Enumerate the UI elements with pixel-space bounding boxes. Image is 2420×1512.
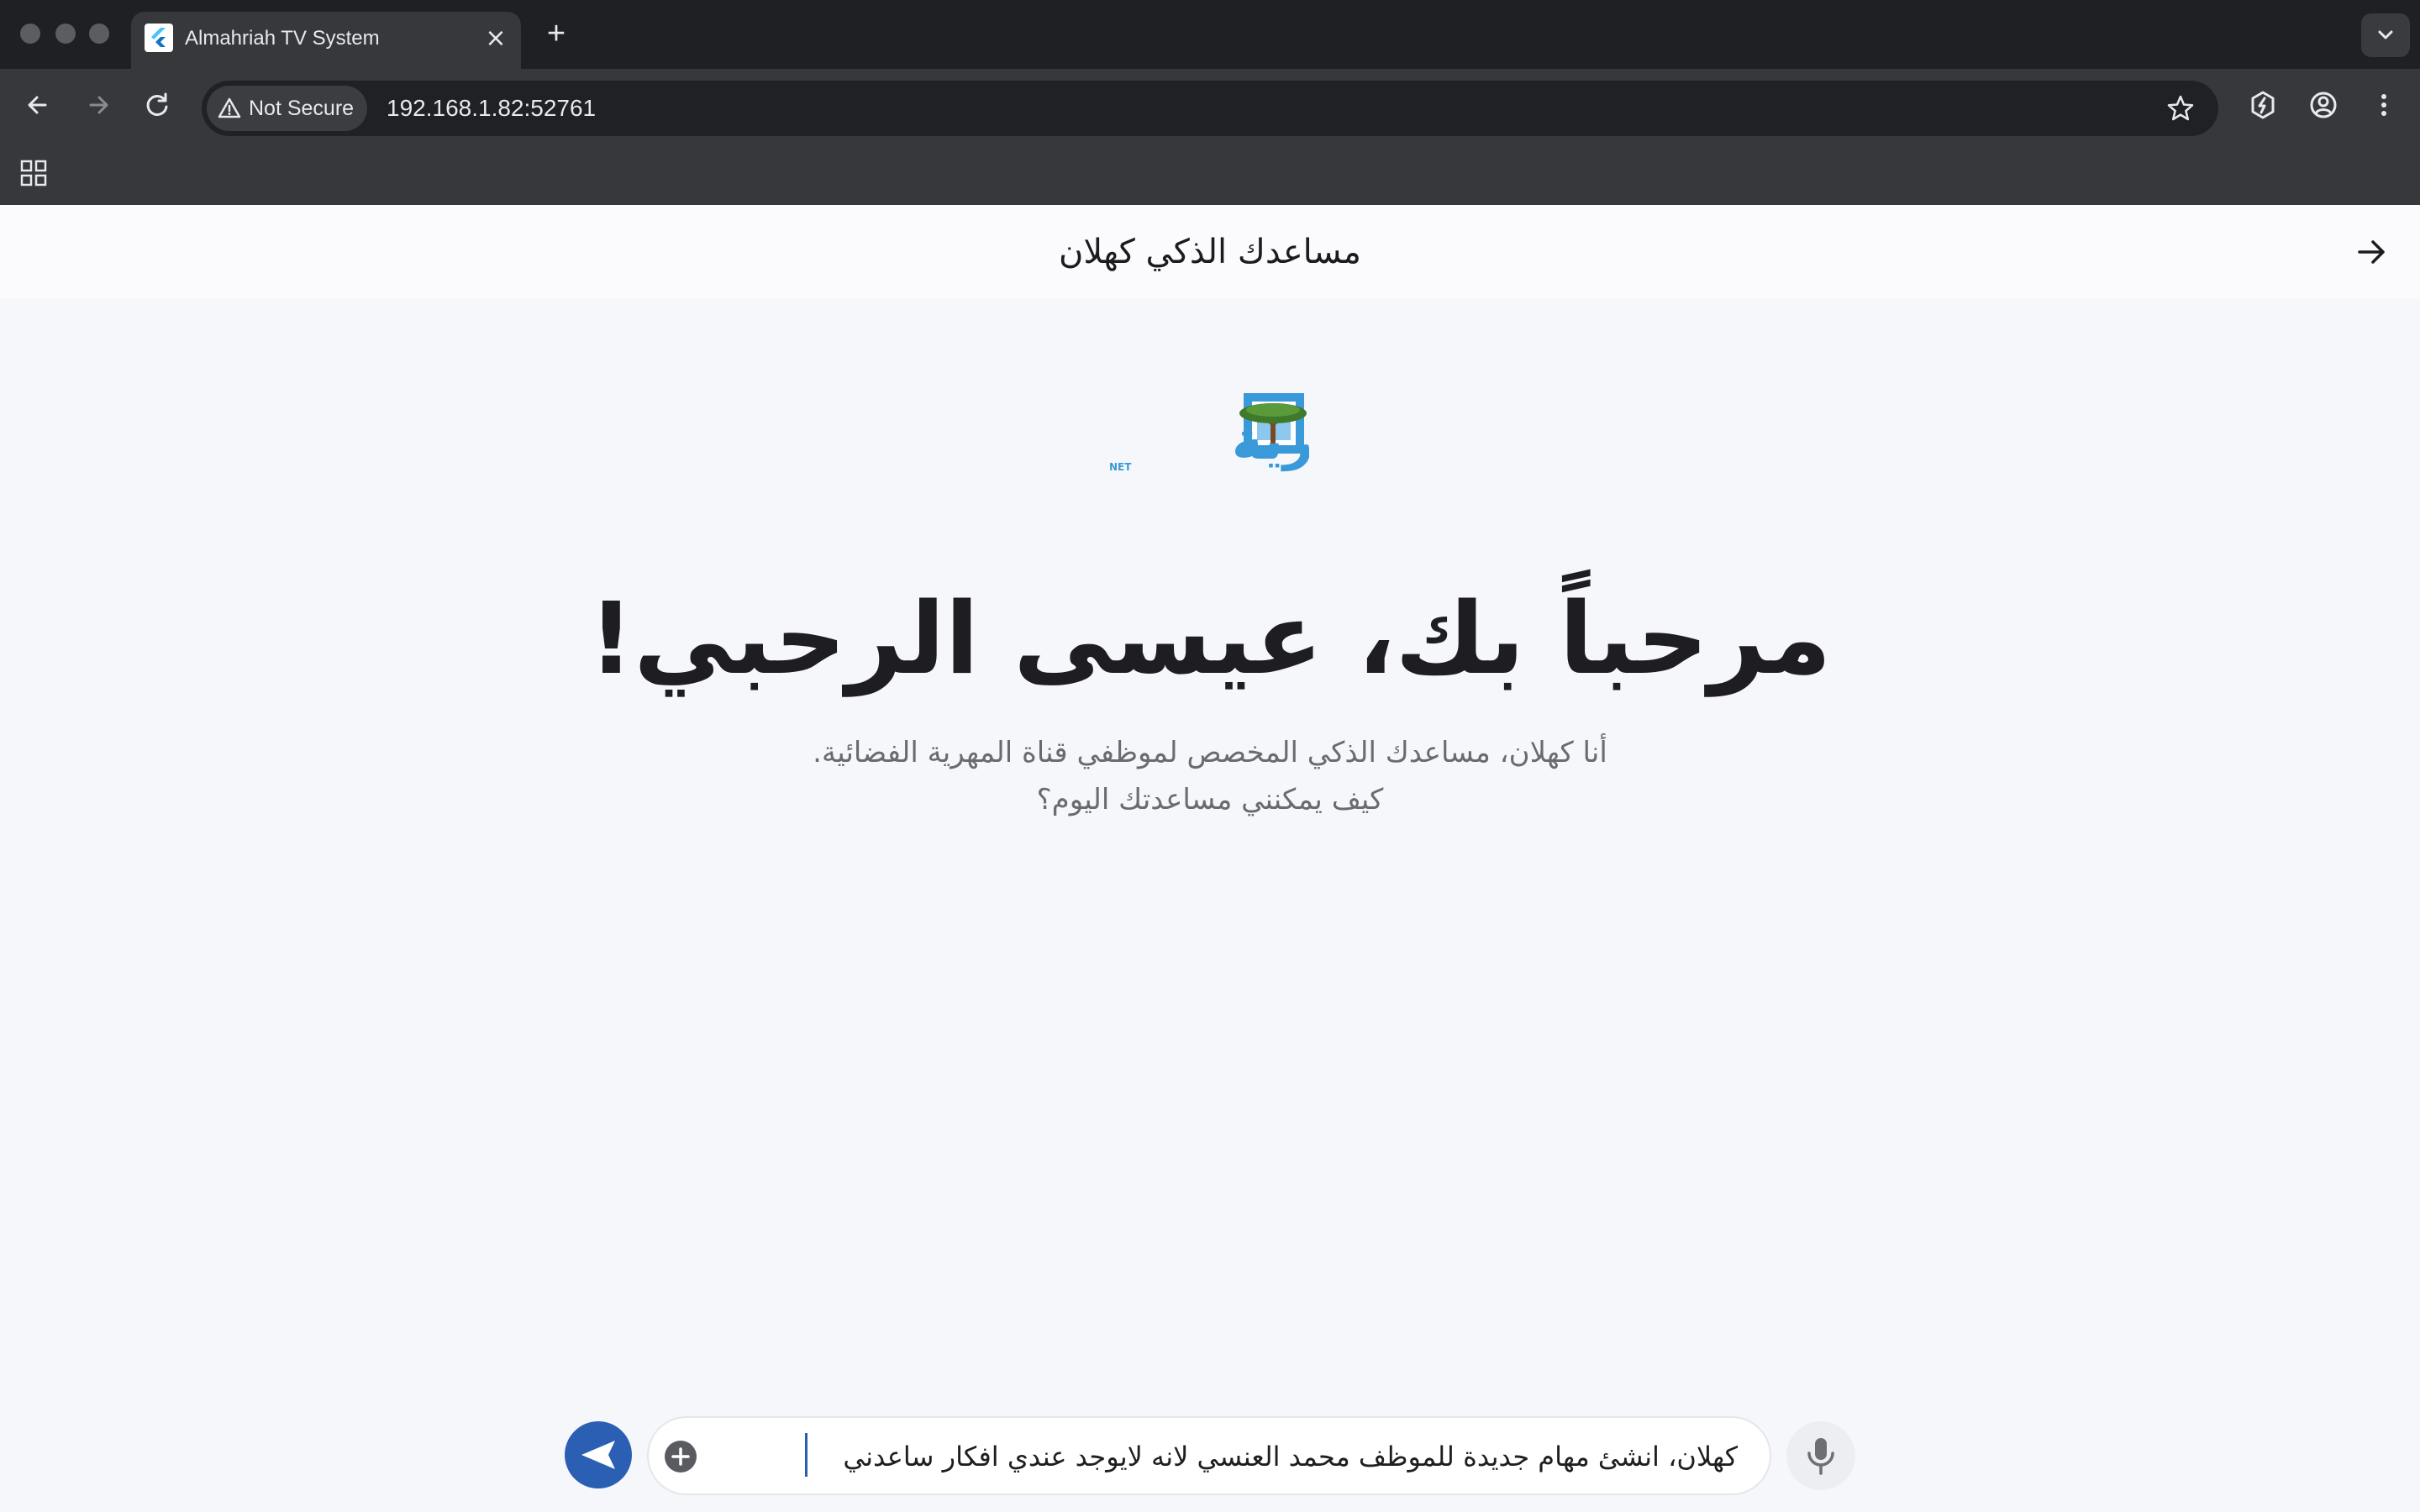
message-composer [647,1416,1771,1495]
reload-icon[interactable] [139,87,175,123]
address-bar[interactable]: Not Secure 192.168.1.82:52761 [202,81,2218,136]
browser-tab-active[interactable]: Almahriah TV System × [131,12,521,69]
mic-button[interactable] [1786,1421,1855,1490]
subtitle-line-2: كيف يمكنني مساعدتك اليوم؟ [1036,783,1384,816]
welcome-heading: مرحباً بك، عيسى الرحبي! [588,580,1832,696]
security-label: Not Secure [249,96,355,120]
new-tab-button[interactable]: + [539,17,573,50]
more-vert-icon[interactable] [2366,87,2402,123]
window-close-dot[interactable] [20,24,40,44]
logo-wordmark: المهرية [1232,410,1309,471]
send-button[interactable] [565,1421,632,1488]
star-icon[interactable] [2166,94,2195,123]
send-icon [581,1441,615,1469]
app-title: مساعدك الذكي كهلان [1059,233,1361,271]
site-security-chip[interactable]: Not Secure [207,86,368,131]
warning-icon [218,97,241,118]
app-header: مساعدك الذكي كهلان [0,205,2420,299]
flutter-favicon-icon [145,24,173,52]
chevron-down-icon [2378,30,2393,39]
tab-search-button[interactable] [2361,13,2410,57]
add-icon[interactable] [664,1440,697,1473]
welcome-subtitle: أنا كهلان، مساعدك الذكي المخصص لموظفي قن… [0,729,2420,823]
forward-arrow-icon[interactable] [81,87,116,123]
url-text[interactable]: 192.168.1.82:52761 [387,81,596,136]
almahriah-logo: المهرية NET [1109,393,1309,473]
back-arrow-icon[interactable] [20,87,55,123]
arrow-right-icon[interactable] [2353,234,2390,270]
tab-close-icon[interactable]: × [481,24,511,54]
subtitle-line-1: أنا كهلان، مساعدك الذكي المخصص لموظفي قن… [813,736,1607,769]
message-input[interactable] [800,1431,1739,1482]
window-zoom-dot[interactable] [89,24,109,44]
window-minimize-dot[interactable] [55,24,76,44]
browser-tab-strip: Almahriah TV System × + [0,0,2420,69]
mic-icon [1807,1438,1834,1475]
apps-grid-icon[interactable] [20,160,47,186]
logo-suffix: NET [1109,461,1132,473]
tab-title: Almahriah TV System [185,27,380,50]
text-caret [805,1433,808,1477]
extension-icon[interactable] [2245,87,2281,123]
bookmarks-bar [0,141,2420,205]
profile-icon[interactable] [2306,87,2341,123]
